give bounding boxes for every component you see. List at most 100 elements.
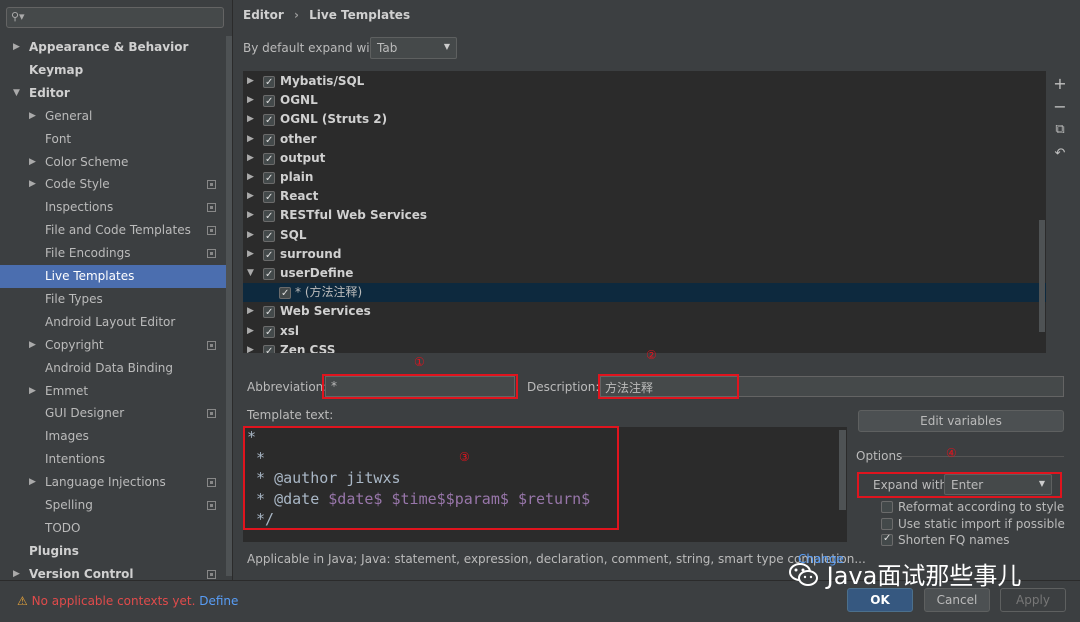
sidebar-item-general[interactable]: ▶ General: [0, 105, 232, 128]
sidebar-item-inspections[interactable]: Inspections: [0, 196, 232, 219]
sidebar-item-code-style[interactable]: ▶ Code Style: [0, 173, 232, 196]
template-group-row[interactable]: ▶ xsl: [243, 322, 1046, 342]
option-checkbox[interactable]: [881, 501, 893, 513]
sidebar-item-live-templates[interactable]: Live Templates: [0, 265, 232, 288]
template-item[interactable]: * (方法注释): [243, 283, 1046, 303]
sidebar-item-file-encodings[interactable]: File Encodings: [0, 242, 232, 265]
collapsed-arrow-icon[interactable]: ▶: [29, 105, 36, 128]
template-checkbox[interactable]: [279, 284, 291, 303]
description-label: Description:: [527, 380, 600, 394]
sidebar-item-images[interactable]: Images: [0, 425, 232, 448]
collapsed-arrow-icon[interactable]: ▶: [247, 130, 254, 149]
sidebar-item-language-injections[interactable]: ▶ Language Injections: [0, 471, 232, 494]
template-checkbox[interactable]: [263, 227, 275, 246]
expanded-arrow-icon[interactable]: ▼: [13, 82, 20, 105]
collapsed-arrow-icon[interactable]: ▶: [29, 334, 36, 357]
sidebar-scrollbar[interactable]: [226, 36, 232, 576]
option-checkbox[interactable]: [881, 531, 893, 547]
template-group-row[interactable]: ▶ OGNL (Struts 2): [243, 110, 1046, 130]
default-expand-select[interactable]: Tab ▼: [370, 37, 457, 59]
template-checkbox[interactable]: [263, 92, 275, 111]
sidebar-item-copyright[interactable]: ▶ Copyright: [0, 334, 232, 357]
tree-scrollbar[interactable]: [1039, 220, 1045, 332]
sidebar-item-file-and-code-templates[interactable]: File and Code Templates: [0, 219, 232, 242]
sidebar-item-color-scheme[interactable]: ▶ Color Scheme: [0, 151, 232, 174]
revert-icon[interactable]: ↶: [1051, 145, 1069, 163]
sidebar-item-gui-designer[interactable]: GUI Designer: [0, 402, 232, 425]
template-checkbox[interactable]: [263, 303, 275, 322]
settings-search-input[interactable]: ⚲▾: [6, 7, 224, 28]
collapsed-arrow-icon[interactable]: ▶: [29, 380, 36, 403]
sidebar-item-android-layout-editor[interactable]: Android Layout Editor: [0, 311, 232, 334]
template-group-row[interactable]: ▼ userDefine: [243, 264, 1046, 284]
collapsed-arrow-icon[interactable]: ▶: [247, 322, 254, 341]
collapsed-arrow-icon[interactable]: ▶: [247, 91, 254, 110]
ok-button[interactable]: OK: [847, 588, 913, 612]
template-checkbox[interactable]: [263, 188, 275, 207]
template-checkbox[interactable]: [263, 323, 275, 342]
template-groups-tree[interactable]: ▶Mybatis/SQL▶OGNL▶OGNL (Struts 2)▶other▶…: [243, 71, 1046, 353]
sidebar-item-spelling[interactable]: Spelling: [0, 494, 232, 517]
sidebar-item-label: Plugins: [29, 543, 79, 558]
template-checkbox[interactable]: [263, 73, 275, 92]
template-group-row[interactable]: ▶ OGNL: [243, 91, 1046, 111]
define-link[interactable]: Define: [199, 594, 238, 608]
template-group-row[interactable]: ▶ surround: [243, 245, 1046, 265]
sidebar-item-label: Appearance & Behavior: [29, 40, 189, 54]
collapsed-arrow-icon[interactable]: ▶: [247, 187, 254, 206]
collapsed-arrow-icon[interactable]: ▶: [247, 341, 254, 353]
template-checkbox[interactable]: [263, 207, 275, 226]
collapsed-arrow-icon[interactable]: ▶: [247, 168, 254, 187]
collapsed-arrow-icon[interactable]: ▶: [247, 226, 254, 245]
template-group-row[interactable]: ▶ SQL: [243, 226, 1046, 246]
collapsed-arrow-icon[interactable]: ▶: [247, 110, 254, 129]
collapsed-arrow-icon[interactable]: ▶: [247, 245, 254, 264]
template-name: plain: [280, 170, 314, 184]
template-group-row[interactable]: ▶ other: [243, 130, 1046, 150]
sidebar-item-todo[interactable]: TODO: [0, 517, 232, 540]
sidebar-item-appearance-behavior[interactable]: ▶ Appearance & Behavior: [0, 36, 232, 59]
template-group-row[interactable]: ▶ React: [243, 187, 1046, 207]
template-checkbox[interactable]: [263, 131, 275, 150]
wechat-watermark: Java面试那些事儿: [789, 556, 1021, 591]
sidebar-item-plugins[interactable]: Plugins: [0, 540, 232, 563]
collapsed-arrow-icon[interactable]: ▶: [247, 149, 254, 168]
sidebar-item-intentions[interactable]: Intentions: [0, 448, 232, 471]
editor-scrollbar[interactable]: [839, 430, 846, 510]
apply-button[interactable]: Apply: [1000, 588, 1066, 612]
remove-icon[interactable]: −: [1051, 98, 1069, 116]
template-checkbox[interactable]: [263, 169, 275, 188]
copy-icon[interactable]: ⧉: [1051, 121, 1069, 139]
collapsed-arrow-icon[interactable]: ▶: [247, 206, 254, 225]
edit-variables-button[interactable]: Edit variables: [858, 410, 1064, 432]
collapsed-arrow-icon[interactable]: ▶: [247, 72, 254, 91]
template-checkbox[interactable]: [263, 246, 275, 265]
collapsed-arrow-icon[interactable]: ▶: [13, 36, 20, 59]
option-checkbox[interactable]: [881, 517, 893, 530]
template-group-row[interactable]: ▶ plain: [243, 168, 1046, 188]
sidebar-item-file-types[interactable]: File Types: [0, 288, 232, 311]
sidebar-item-editor[interactable]: ▼ Editor: [0, 82, 232, 105]
cancel-button[interactable]: Cancel: [924, 588, 990, 612]
template-group-row[interactable]: ▶ output: [243, 149, 1046, 169]
template-checkbox[interactable]: [263, 150, 275, 169]
collapsed-arrow-icon[interactable]: ▶: [29, 151, 36, 174]
template-checkbox[interactable]: [263, 111, 275, 130]
template-group-row[interactable]: ▶ Mybatis/SQL: [243, 72, 1046, 92]
sidebar-item-label: File Types: [45, 291, 103, 306]
template-checkbox[interactable]: [263, 265, 275, 284]
collapsed-arrow-icon[interactable]: ▶: [247, 302, 254, 321]
template-checkbox[interactable]: [263, 342, 275, 353]
sidebar-item-keymap[interactable]: Keymap: [0, 59, 232, 82]
template-group-row[interactable]: ▶ RESTful Web Services: [243, 206, 1046, 226]
collapsed-arrow-icon[interactable]: ▶: [29, 173, 36, 196]
add-icon[interactable]: +: [1051, 75, 1069, 93]
sidebar-item-android-data-binding[interactable]: Android Data Binding: [0, 357, 232, 380]
template-group-row[interactable]: ▶ Zen CSS: [243, 341, 1046, 353]
sidebar-item-font[interactable]: Font: [0, 128, 232, 151]
collapsed-arrow-icon[interactable]: ▶: [29, 471, 36, 494]
template-group-row[interactable]: ▶ Web Services: [243, 302, 1046, 322]
sidebar-item-emmet[interactable]: ▶ Emmet: [0, 380, 232, 403]
expanded-arrow-icon[interactable]: ▼: [247, 264, 254, 283]
breadcrumb-editor[interactable]: Editor: [243, 8, 284, 22]
